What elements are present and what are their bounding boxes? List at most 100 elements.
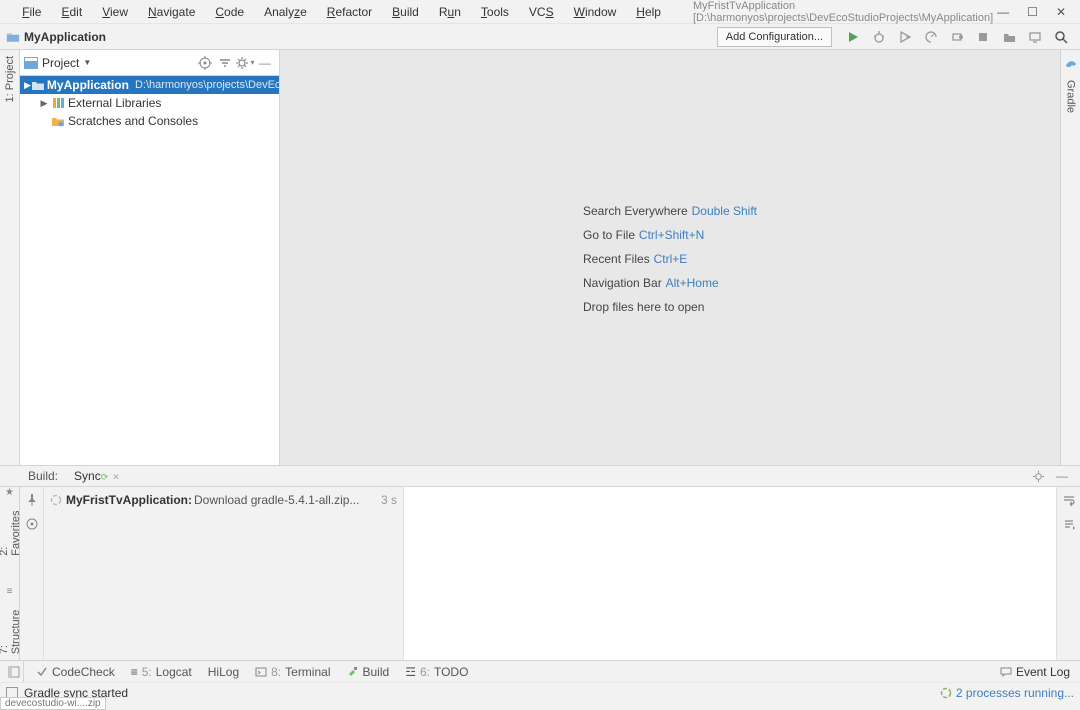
- build-window-tab-bar: Build: Sync⟳✕ —: [0, 465, 1080, 487]
- folder-icon: [31, 78, 45, 92]
- right-tool-stripe: Gradle: [1060, 50, 1080, 465]
- build-task-tree[interactable]: MyFristTvApplication: Download gradle-5.…: [44, 487, 404, 660]
- search-button[interactable]: [1051, 27, 1071, 47]
- editor-empty-area[interactable]: Search Everywhere Double Shift Go to Fil…: [280, 50, 1060, 465]
- menubar: File Edit View Navigate Code Analyze Ref…: [0, 0, 1080, 24]
- expand-arrow-icon[interactable]: ▶: [38, 98, 50, 109]
- add-configuration-button[interactable]: Add Configuration...: [717, 27, 832, 47]
- build-hide-button[interactable]: —: [1052, 469, 1072, 483]
- stop-button[interactable]: [973, 27, 993, 47]
- menu-build[interactable]: Build: [384, 3, 427, 21]
- expand-arrow-icon[interactable]: ▶: [24, 80, 31, 91]
- chevron-down-icon[interactable]: ▼: [83, 58, 91, 67]
- close-tab-icon[interactable]: ✕: [112, 472, 120, 482]
- build-output-area[interactable]: [404, 487, 1056, 660]
- menu-refactor[interactable]: Refactor: [319, 3, 380, 21]
- build-label: Build:: [28, 469, 58, 483]
- spinner-icon: [50, 494, 62, 506]
- scroll-icon[interactable]: [1062, 517, 1076, 531]
- tool-tab-gradle[interactable]: Gradle: [1065, 80, 1077, 113]
- debug-button[interactable]: [869, 27, 889, 47]
- pin-icon[interactable]: [25, 493, 39, 507]
- panel-settings-button[interactable]: ▾: [235, 53, 255, 73]
- todo-icon: ☲: [405, 665, 416, 679]
- build-task-row[interactable]: MyFristTvApplication: Download gradle-5.…: [50, 491, 397, 509]
- menu-navigate[interactable]: Navigate: [140, 3, 203, 21]
- editor-hints: Search Everywhere Double Shift Go to Fil…: [583, 194, 757, 322]
- reload-icon: ⟳: [101, 472, 109, 482]
- menu-tools[interactable]: Tools: [473, 3, 517, 21]
- menu-vcs[interactable]: VCS: [521, 3, 562, 21]
- build-tab-sync[interactable]: Sync⟳✕: [68, 467, 126, 485]
- logcat-icon: ≡: [131, 665, 138, 679]
- tool-tab-codecheck[interactable]: CodeCheck: [28, 665, 123, 679]
- menu-view[interactable]: View: [94, 3, 136, 21]
- build-task-name: MyFristTvApplication:: [66, 493, 192, 507]
- menu-help[interactable]: Help: [628, 3, 669, 21]
- spinner-icon: [940, 687, 952, 699]
- menu-analyze[interactable]: Analyze: [256, 3, 315, 21]
- navigation-toolbar: MyApplication Add Configuration...: [0, 24, 1080, 50]
- project-tree[interactable]: ▶ MyApplication D:\harmonyos\projects\De…: [20, 76, 279, 465]
- attach-button[interactable]: [947, 27, 967, 47]
- menu-file[interactable]: File: [14, 3, 49, 21]
- tree-node-label: External Libraries: [68, 96, 161, 110]
- hide-panel-button[interactable]: —: [255, 53, 275, 73]
- build-area: ★ 2: Favorites ≡ 7: Structure MyFristTvA…: [0, 487, 1080, 660]
- project-view-icon: [24, 57, 38, 69]
- structure-icon: ≡: [7, 586, 13, 597]
- collapse-all-button[interactable]: [215, 53, 235, 73]
- sync-button[interactable]: [999, 27, 1019, 47]
- tool-tab-terminal[interactable]: 8:Terminal: [247, 665, 338, 679]
- run-button[interactable]: [843, 27, 863, 47]
- locate-button[interactable]: [195, 53, 215, 73]
- window-stripe-button[interactable]: [4, 661, 24, 682]
- left-bottom-stripe: ★ 2: Favorites ≡ 7: Structure: [0, 487, 20, 660]
- scratch-icon: [50, 114, 66, 128]
- menu-window[interactable]: Window: [566, 3, 625, 21]
- window-close-button[interactable]: ✕: [1056, 5, 1066, 19]
- build-left-gutter: [20, 487, 44, 660]
- project-panel-header: Project ▼ ▾ —: [20, 50, 279, 76]
- window-maximize-button[interactable]: ☐: [1027, 5, 1038, 19]
- window-minimize-button[interactable]: —: [997, 5, 1009, 19]
- tree-node-root[interactable]: ▶ MyApplication D:\harmonyos\projects\De…: [20, 76, 279, 94]
- project-view-selector[interactable]: Project: [42, 56, 79, 70]
- main-content: 1: Project Project ▼ ▾ — ▶ MyApplication…: [0, 50, 1080, 465]
- left-tool-stripe: 1: Project: [0, 50, 20, 465]
- menu-edit[interactable]: Edit: [53, 3, 90, 21]
- profiler-button[interactable]: [921, 27, 941, 47]
- gradle-icon: [1064, 56, 1078, 70]
- wrap-icon[interactable]: [1062, 493, 1076, 507]
- tool-tab-todo[interactable]: ☲6:TODO: [397, 665, 476, 679]
- tool-tab-project[interactable]: 1: Project: [4, 56, 16, 102]
- terminal-icon: [255, 666, 267, 678]
- codecheck-icon: [36, 666, 48, 678]
- hint-goto-file: Go to File Ctrl+Shift+N: [583, 226, 757, 242]
- breadcrumb-root[interactable]: MyApplication: [24, 30, 106, 44]
- hint-navigation-bar: Navigation Bar Alt+Home: [583, 274, 757, 290]
- tool-tab-build[interactable]: Build: [339, 665, 398, 679]
- truncated-filename-overlay: devecostudio-wi....zip: [0, 697, 106, 710]
- star-icon: ★: [5, 487, 14, 498]
- coverage-button[interactable]: [895, 27, 915, 47]
- tree-node-external-libraries[interactable]: ▶ External Libraries: [20, 94, 279, 112]
- folder-icon: [6, 30, 20, 43]
- tree-node-path: D:\harmonyos\projects\DevEcoStudioProjec…: [135, 79, 279, 91]
- tool-tab-eventlog[interactable]: Event Log: [994, 665, 1076, 679]
- bottom-tool-stripe: CodeCheck ≡5:Logcat HiLog 8:Terminal Bui…: [0, 660, 1080, 682]
- device-manager-button[interactable]: [1025, 27, 1045, 47]
- tool-tab-favorites[interactable]: 2: Favorites: [0, 504, 22, 556]
- tool-tab-hilog[interactable]: HiLog: [200, 665, 247, 679]
- build-settings-button[interactable]: [1032, 470, 1052, 483]
- status-processes[interactable]: 2 processes running...: [940, 686, 1074, 700]
- locate-icon[interactable]: [25, 517, 39, 531]
- menu-run[interactable]: Run: [431, 3, 469, 21]
- tool-tab-structure[interactable]: 7: Structure: [0, 603, 22, 654]
- menu-code[interactable]: Code: [207, 3, 252, 21]
- build-right-gutter: [1056, 487, 1080, 660]
- tool-tab-logcat[interactable]: ≡5:Logcat: [123, 665, 200, 679]
- window-title: MyFristTvApplication [D:\harmonyos\proje…: [693, 0, 993, 24]
- tree-node-scratches[interactable]: Scratches and Consoles: [20, 112, 279, 130]
- hint-drop-files: Drop files here to open: [583, 298, 757, 314]
